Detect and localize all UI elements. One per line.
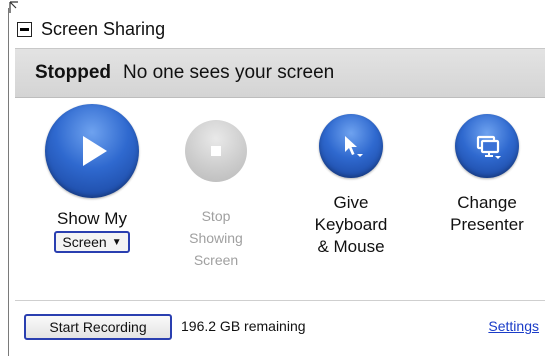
give-label-line-2: Keyboard [314,215,388,234]
corner-arrow-icon [9,1,18,13]
change-label-line-1: Change [457,193,517,212]
status-message: No one sees your screen [123,62,335,83]
give-keyboard-mouse-button[interactable] [319,114,383,178]
change-presenter-control: Change Presenter [432,104,542,236]
start-recording-button[interactable]: Start Recording [24,314,172,340]
minus-box-icon[interactable] [17,21,32,37]
panel-title: Screen Sharing [41,18,166,39]
presenter-monitor-icon [476,135,501,159]
stop-showing-control: Stop Showing Screen [170,104,262,271]
storage-remaining: 196.2 GB remaining [181,318,306,334]
give-label-line-3: & Mouse [317,237,385,256]
cursor-dropdown-icon [345,136,363,157]
screen-select-dropdown[interactable]: Screen ▼ [54,231,130,253]
change-presenter-button[interactable] [455,114,519,178]
status-bar: Stopped No one sees your screen [15,48,545,98]
change-label-line-2: Presenter [450,215,524,234]
give-control: Give Keyboard & Mouse [296,104,406,258]
stop-showing-button[interactable] [185,120,247,182]
footer-divider [15,300,545,301]
stop-label-line-1: Stop [201,208,231,224]
stop-label-line-2: Showing [189,230,243,246]
give-label-line-1: Give [333,193,369,212]
chevron-down-icon: ▼ [111,236,122,248]
settings-link[interactable]: Settings [488,318,539,334]
show-screen-control: Show My Screen ▼ [42,104,142,253]
play-icon [83,136,107,166]
show-screen-label: Show My [57,209,127,228]
show-screen-button[interactable] [45,104,139,198]
stop-label-line-3: Screen [193,252,239,268]
panel-header: Screen Sharing [14,14,545,44]
screen-select-value: Screen [62,234,107,250]
stop-icon [211,146,221,156]
status-state: Stopped [35,62,111,83]
